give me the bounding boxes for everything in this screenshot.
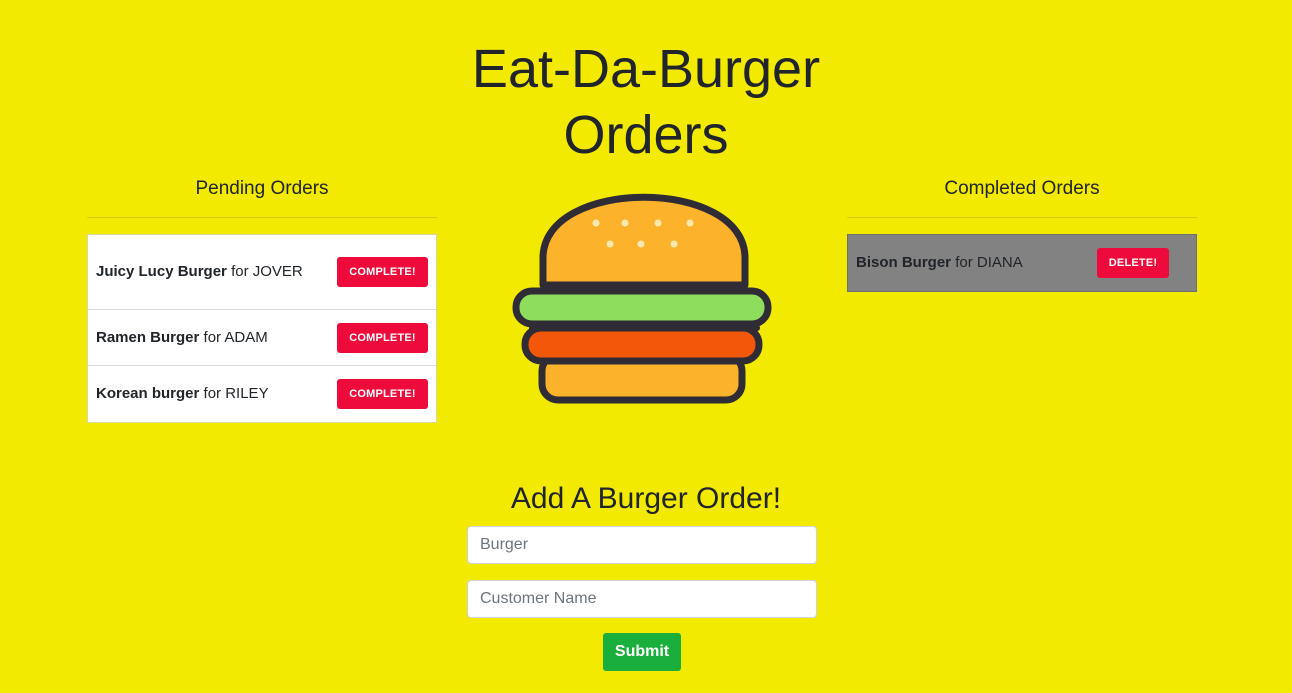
completed-orders-list: Bison Burger for DIANA DELETE!: [847, 234, 1197, 292]
complete-button[interactable]: COMPLETE!: [337, 322, 428, 353]
pending-orders-list: Juicy Lucy Burger for JOVER COMPLETE! Ra…: [87, 234, 437, 423]
burger-input[interactable]: [467, 526, 817, 564]
customer-name: ADAM: [224, 328, 268, 346]
add-order-heading: Add A Burger Order!: [510, 482, 782, 515]
for-word: for: [203, 328, 222, 346]
order-text: Bison Burger for DIANA: [856, 251, 1076, 275]
divider: [847, 217, 1197, 218]
order-text: Korean burger for RILEY: [96, 382, 316, 406]
pending-orders-panel: Pending Orders Juicy Lucy Burger for JOV…: [87, 172, 437, 423]
page-title: Eat-Da-Burger Orders: [0, 36, 1292, 168]
for-word: for: [203, 385, 222, 402]
submit-button[interactable]: Submit: [603, 633, 681, 671]
pending-order-item: Ramen Burger for ADAM COMPLETE!: [88, 310, 436, 366]
burger-name: Korean burger: [96, 385, 200, 402]
pending-orders-heading: Pending Orders: [195, 178, 329, 199]
burger-name: Juicy Lucy Burger: [96, 263, 227, 280]
order-text: Juicy Lucy Burger for JOVER: [96, 260, 316, 284]
completed-order-item: Bison Burger for DIANA DELETE!: [848, 235, 1196, 291]
complete-button[interactable]: COMPLETE!: [337, 379, 428, 409]
customer-name: JOVER: [252, 263, 303, 280]
title-line-1: Eat-Da-Burger: [471, 39, 821, 99]
completed-orders-heading: Completed Orders: [944, 178, 1100, 199]
complete-button[interactable]: COMPLETE!: [337, 257, 428, 287]
divider: [87, 217, 437, 218]
title-line-2: Orders: [563, 105, 729, 165]
for-word: for: [955, 254, 973, 271]
burger-name: Ramen Burger: [96, 328, 200, 346]
burger-name: Bison Burger: [856, 254, 952, 271]
pending-order-item: Korean burger for RILEY COMPLETE!: [88, 366, 436, 422]
burger-icon: [512, 193, 772, 404]
pending-order-item: Juicy Lucy Burger for JOVER COMPLETE!: [88, 235, 436, 310]
customer-name-input[interactable]: [467, 580, 817, 618]
customer-name: DIANA: [976, 254, 1023, 271]
customer-name: RILEY: [225, 385, 269, 402]
delete-button[interactable]: DELETE!: [1097, 248, 1169, 278]
completed-orders-panel: Completed Orders Bison Burger for DIANA …: [847, 172, 1197, 292]
for-word: for: [231, 263, 249, 280]
order-text: Ramen Burger for ADAM: [96, 326, 316, 350]
